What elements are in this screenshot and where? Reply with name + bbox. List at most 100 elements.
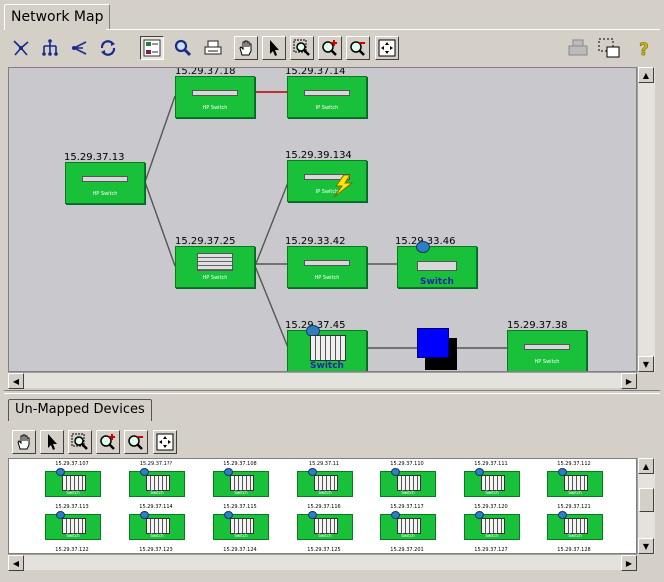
tree-layout-icon[interactable] <box>38 36 62 60</box>
map-node-switch[interactable]: HP Switch <box>507 330 587 371</box>
chassis-icon <box>146 518 170 534</box>
device-ip-label: 15.29.37.113 <box>55 504 89 510</box>
zoom-in-icon[interactable] <box>96 430 120 454</box>
chassis-icon <box>62 518 86 534</box>
device-ip-label: 15.29.37.11 <box>308 461 340 467</box>
map-node-switch[interactable]: HP Switch <box>287 246 367 288</box>
scroll-left-button[interactable]: ◀ <box>8 555 24 571</box>
select-arrow-icon[interactable] <box>262 36 286 60</box>
svg-text:?: ? <box>639 40 649 58</box>
unmapped-device[interactable]: 15.29.37.125Switch <box>295 547 353 553</box>
device-ip-label: 15.29.37.114 <box>139 504 173 510</box>
select-arrow-icon[interactable] <box>40 430 64 454</box>
fit-to-window-icon[interactable] <box>375 36 399 60</box>
map-node-switch[interactable]: IP Switch <box>287 160 367 202</box>
unmapped-device[interactable]: 15.29.37.115 Switch <box>211 504 269 540</box>
device-box: Switch <box>380 511 436 540</box>
switch-device-icon <box>192 90 238 96</box>
map-node-switch[interactable]: Switch <box>397 241 477 288</box>
node-caption: HP Switch <box>202 275 228 281</box>
unmapped-vertical-scrollbar[interactable]: ▲ ▼ <box>637 458 655 554</box>
unmapped-device[interactable]: 15.29.37.122Switch <box>43 547 101 553</box>
device-box: Switch <box>213 511 269 540</box>
device-ip-label: 15.29.37.1?? <box>139 461 173 467</box>
device-ip-label: 15.29.37.107 <box>55 461 89 467</box>
unmapped-device[interactable]: 15.29.37.113 Switch <box>43 504 101 540</box>
map-node-switch[interactable]: HP Switch <box>175 76 255 118</box>
device-ip-label: 15.29.37.122 <box>55 547 89 553</box>
unknown-node[interactable] <box>417 328 449 358</box>
map-node-switch[interactable]: IP Switch <box>287 76 367 118</box>
link-13-18 <box>144 95 176 183</box>
unmapped-device[interactable]: 15.29.37.124Switch <box>211 547 269 553</box>
unmapped-device[interactable]: 15.29.37.123Switch <box>127 547 185 553</box>
link-25-45 <box>254 265 290 351</box>
unmapped-device[interactable]: 15.29.37.116 Switch <box>295 504 353 540</box>
device-ip-label: 15.29.37.110 <box>390 461 424 467</box>
scroll-up-button[interactable]: ▲ <box>638 67 654 83</box>
alert-lightning-icon <box>333 175 354 197</box>
chassis-icon <box>230 518 254 534</box>
unmapped-device[interactable]: 15.29.37.121 Switch <box>545 504 603 540</box>
unmapped-device[interactable]: 15.29.37.1?? Switch <box>127 461 185 497</box>
star-layout-icon[interactable] <box>9 36 33 60</box>
device-box: Switch <box>45 511 101 540</box>
zoom-area-icon[interactable] <box>290 36 314 60</box>
device-ip-label: 15.29.37.120 <box>474 504 508 510</box>
print-icon[interactable] <box>201 36 225 60</box>
device-box: Switch <box>464 511 520 540</box>
tab-unmapped-devices[interactable]: Un-Mapped Devices <box>8 399 152 421</box>
legend-icon[interactable] <box>140 36 164 60</box>
switch-device-icon <box>524 344 570 350</box>
unmapped-device[interactable]: 15.29.37.128Switch <box>545 547 603 553</box>
node-caption: HP Switch <box>534 359 560 365</box>
map-node-switch[interactable]: Switch <box>287 325 367 371</box>
zoom-area-icon[interactable] <box>68 430 92 454</box>
device-caption: Switch <box>150 533 164 538</box>
scroll-left-button[interactable]: ◀ <box>8 373 24 389</box>
device-box: Switch <box>297 511 353 540</box>
unmapped-device[interactable]: 15.29.37.112 Switch <box>545 461 603 497</box>
scroll-up-button[interactable]: ▲ <box>638 458 654 474</box>
unmapped-device[interactable]: 15.29.37.120 Switch <box>462 504 520 540</box>
map-node-switch[interactable]: HP Switch <box>65 162 145 204</box>
zoom-out-icon[interactable] <box>124 430 148 454</box>
map-node-switch[interactable]: HP Switch <box>175 246 255 288</box>
split-pane-divider[interactable] <box>4 390 660 394</box>
zoom-out-icon[interactable] <box>346 36 370 60</box>
pan-hand-icon[interactable] <box>234 36 258 60</box>
tab-network-map[interactable]: Network Map <box>4 4 111 30</box>
find-icon[interactable] <box>171 36 195 60</box>
unmapped-device[interactable]: 15.29.37.108 Switch <box>211 461 269 497</box>
unmapped-device[interactable]: 15.29.37.201Switch <box>378 547 436 553</box>
unmapped-device[interactable]: 15.29.37.114 Switch <box>127 504 185 540</box>
unmapped-device[interactable]: 15.29.37.111 Switch <box>462 461 520 497</box>
scroll-thumb[interactable] <box>639 488 654 512</box>
unmapped-horizontal-scrollbar[interactable]: ◀ ▶ <box>8 554 637 571</box>
rack-device-icon <box>197 253 233 271</box>
network-map-canvas[interactable]: 15.29.37.18 HP Switch 15.29.37.14 IP Swi… <box>8 67 637 372</box>
map-horizontal-scrollbar[interactable]: ◀ ▶ <box>8 372 637 389</box>
scroll-right-button[interactable]: ▶ <box>621 555 637 571</box>
pan-hand-icon[interactable] <box>12 430 36 454</box>
scroll-down-button[interactable]: ▼ <box>638 538 654 554</box>
unmapped-device[interactable]: 15.29.37.107 Switch <box>43 461 101 497</box>
unmapped-devices-canvas[interactable]: 15.29.37.107 Switch 15.29.37.1?? Switch 15.2… <box>8 458 637 554</box>
map-vertical-scrollbar[interactable]: ▲ ▼ <box>637 67 655 372</box>
scroll-down-button[interactable]: ▼ <box>638 356 654 372</box>
device-box: Switch <box>297 468 353 497</box>
unmapped-device[interactable]: 15.29.37.117 Switch <box>378 504 436 540</box>
unmapped-device[interactable]: 15.29.37.11 Switch <box>295 461 353 497</box>
unmapped-device[interactable]: 15.29.37.127Switch <box>462 547 520 553</box>
zoom-in-icon[interactable] <box>318 36 342 60</box>
radial-layout-icon[interactable] <box>67 36 91 60</box>
unmapped-device[interactable]: 15.29.37.110 Switch <box>378 461 436 497</box>
device-ip-label: 15.29.37.117 <box>390 504 424 510</box>
fit-to-window-icon[interactable] <box>153 430 177 454</box>
scroll-right-button[interactable]: ▶ <box>621 373 637 389</box>
select-region-icon[interactable] <box>597 36 621 60</box>
refresh-icon[interactable] <box>96 36 120 60</box>
help-icon[interactable]: ? <box>632 36 656 60</box>
device-caption: Switch <box>318 490 332 495</box>
device-ip-label: 15.29.37.108 <box>223 461 257 467</box>
